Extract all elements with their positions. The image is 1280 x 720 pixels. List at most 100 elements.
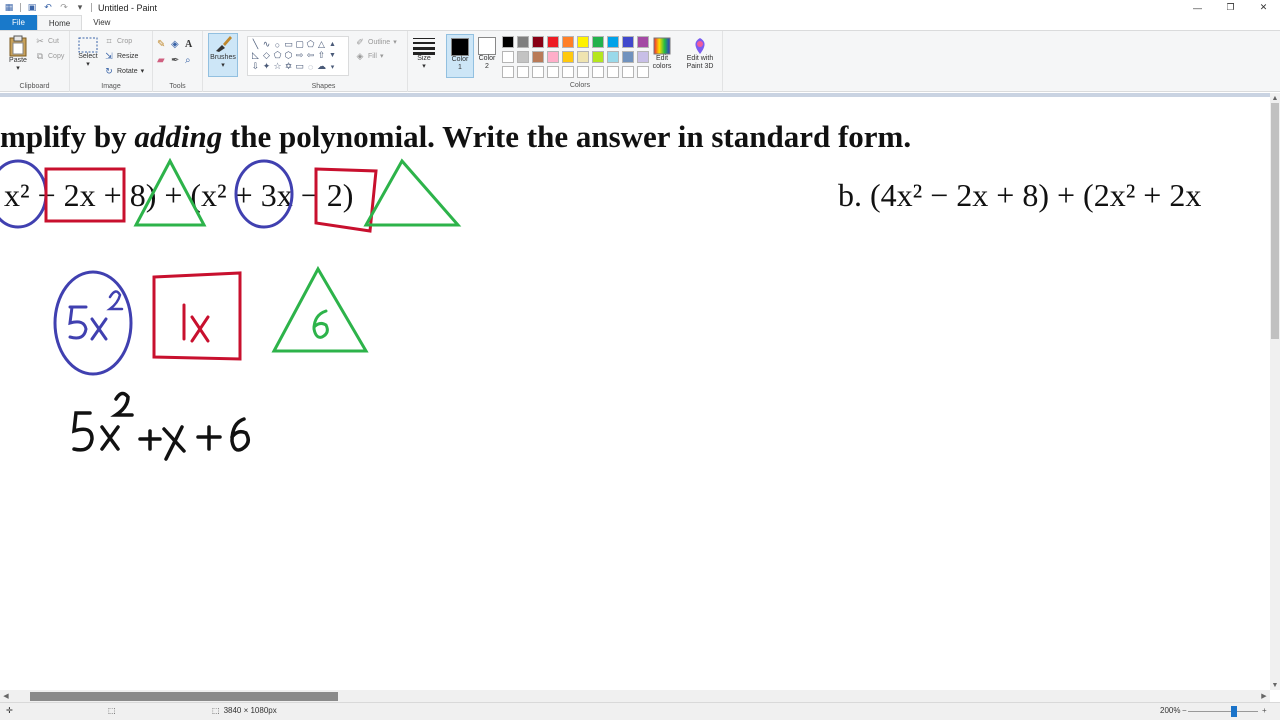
text-icon[interactable]: A — [185, 39, 199, 55]
five-point-star-shape-icon[interactable]: ☆ — [272, 61, 283, 72]
palette-swatch[interactable] — [517, 51, 529, 63]
restore-button[interactable]: ❐ — [1214, 0, 1247, 15]
palette-swatch[interactable] — [562, 66, 574, 78]
save-icon[interactable]: ▣ — [27, 2, 37, 13]
palette-swatch[interactable] — [592, 51, 604, 63]
outline-icon: ✐ — [356, 36, 364, 47]
palette-swatch[interactable] — [622, 66, 634, 78]
rounded-callout-shape-icon[interactable]: ▭ — [294, 61, 305, 72]
right-arrow-shape-icon[interactable]: ⇨ — [294, 50, 305, 61]
cut-button[interactable]: ✂ Cut — [35, 36, 59, 46]
edit-with-paint3d-button[interactable]: Edit with Paint 3D — [682, 37, 718, 71]
resize-button[interactable]: ⇲ Resize — [104, 51, 138, 61]
oval-shape-icon[interactable]: ○ — [272, 39, 283, 50]
rotate-button[interactable]: ↻ Rotate ▾ — [104, 66, 144, 76]
palette-swatch[interactable] — [562, 36, 574, 48]
palette-swatch[interactable] — [532, 51, 544, 63]
paste-button[interactable]: Paste ▾ — [4, 35, 32, 73]
tab-view[interactable]: View — [82, 15, 121, 30]
palette-swatch[interactable] — [577, 51, 589, 63]
scroll-down-arrow-icon[interactable]: ▼ — [1270, 680, 1280, 690]
fill-bucket-icon[interactable]: ◈ — [171, 39, 185, 55]
scroll-up-arrow-icon[interactable]: ▲ — [1270, 93, 1280, 103]
tab-file[interactable]: File — [0, 15, 37, 30]
curve-shape-icon[interactable]: ∿ — [261, 39, 272, 50]
minimize-button[interactable]: — — [1181, 0, 1214, 15]
palette-swatch[interactable] — [532, 36, 544, 48]
size-button[interactable]: Size ▾ — [411, 37, 437, 71]
crop-button[interactable]: ⌗ Crop — [104, 36, 132, 46]
right-triangle-shape-icon[interactable]: ◺ — [250, 50, 261, 61]
color2-button[interactable]: Color 2 — [476, 37, 498, 71]
four-point-star-shape-icon[interactable]: ✦ — [261, 61, 272, 72]
palette-swatch[interactable] — [517, 66, 529, 78]
palette-swatch[interactable] — [607, 66, 619, 78]
zoom-out-icon[interactable]: − — [1182, 706, 1187, 715]
color1-button[interactable]: Color 1 — [446, 34, 474, 78]
six-point-star-shape-icon[interactable]: ✡ — [283, 61, 294, 72]
polygon-shape-icon[interactable]: ⬠ — [305, 39, 316, 50]
eraser-icon[interactable]: ▰ — [157, 55, 171, 71]
palette-swatch[interactable] — [502, 36, 514, 48]
triangle-shape-icon[interactable]: △ — [316, 39, 327, 50]
select-button[interactable]: Select ▾ — [76, 37, 100, 69]
palette-swatch[interactable] — [502, 51, 514, 63]
palette-swatch[interactable] — [577, 66, 589, 78]
palette-swatch[interactable] — [577, 36, 589, 48]
palette-swatch[interactable] — [607, 36, 619, 48]
palette-swatch[interactable] — [517, 36, 529, 48]
line-shape-icon[interactable]: ╲ — [250, 39, 261, 50]
palette-swatch[interactable] — [592, 66, 604, 78]
zoom-slider-thumb[interactable] — [1231, 706, 1237, 717]
pentagon-shape-icon[interactable]: ⬠ — [272, 50, 283, 61]
cloud-callout-shape-icon[interactable]: ☁ — [316, 61, 327, 72]
magnifier-icon[interactable]: ⌕ — [185, 55, 199, 71]
palette-swatch[interactable] — [622, 36, 634, 48]
palette-swatch[interactable] — [607, 51, 619, 63]
customize-qat-icon[interactable]: ▾ — [75, 2, 85, 13]
rectangle-shape-icon[interactable]: ▭ — [283, 39, 294, 50]
drawing-canvas[interactable]: mplify by adding the polynomial. Write t… — [0, 93, 1270, 690]
palette-swatch[interactable] — [562, 51, 574, 63]
shapes-gallery: ╲ ∿ ○ ▭ ▢ ⬠ △ ▲ ◺ ◇ ⬠ ⬡ ⇨ ⇦ ⇧ ▼ ⇩ ✦ ☆ ✡ … — [247, 36, 349, 76]
color-picker-icon[interactable]: ✒ — [171, 55, 185, 71]
copy-icon: ⧉ — [36, 50, 44, 61]
close-button[interactable]: ✕ — [1247, 0, 1280, 15]
redo-icon[interactable]: ↷ — [59, 2, 69, 13]
scroll-up-icon[interactable]: ▲ — [327, 39, 338, 50]
tab-home[interactable]: Home — [36, 15, 83, 30]
scroll-right-arrow-icon[interactable]: ▶ — [1258, 690, 1270, 702]
palette-swatch[interactable] — [622, 51, 634, 63]
copy-button[interactable]: ⧉ Copy — [35, 50, 65, 61]
pencil-icon[interactable]: ✎ — [157, 39, 171, 55]
colors-group-label: Colors — [569, 82, 591, 89]
horizontal-scroll-thumb[interactable] — [30, 692, 338, 701]
brushes-button[interactable]: Brushes ▾ — [208, 33, 238, 77]
down-arrow-shape-icon[interactable]: ⇩ — [250, 61, 261, 72]
fill-button[interactable]: ◈ Fill ▾ — [355, 51, 384, 61]
zoom-slider[interactable] — [1188, 711, 1258, 712]
more-shapes-icon[interactable]: ▾ — [327, 61, 338, 72]
up-arrow-shape-icon[interactable]: ⇧ — [316, 50, 327, 61]
scroll-down-icon[interactable]: ▼ — [327, 50, 338, 61]
horizontal-scrollbar[interactable]: ◀ ▶ — [0, 690, 1270, 702]
vertical-scroll-thumb[interactable] — [1271, 103, 1279, 339]
zoom-in-icon[interactable]: + — [1262, 706, 1267, 715]
diamond-shape-icon[interactable]: ◇ — [261, 50, 272, 61]
edit-colors-button[interactable]: Edit colors — [648, 37, 676, 71]
palette-swatch[interactable] — [547, 66, 559, 78]
chevron-down-icon: ▾ — [140, 68, 145, 75]
rounded-rectangle-shape-icon[interactable]: ▢ — [294, 39, 305, 50]
scroll-left-arrow-icon[interactable]: ◀ — [0, 690, 12, 702]
palette-swatch[interactable] — [592, 36, 604, 48]
palette-swatch[interactable] — [547, 51, 559, 63]
oval-callout-shape-icon[interactable]: ◌ — [305, 61, 316, 72]
hexagon-shape-icon[interactable]: ⬡ — [283, 50, 294, 61]
vertical-scrollbar[interactable]: ▲ ▼ — [1270, 93, 1280, 690]
outline-button[interactable]: ✐ Outline ▾ — [355, 36, 396, 47]
left-arrow-shape-icon[interactable]: ⇦ — [305, 50, 316, 61]
undo-icon[interactable]: ↶ — [43, 2, 53, 13]
palette-swatch[interactable] — [502, 66, 514, 78]
palette-swatch[interactable] — [547, 36, 559, 48]
palette-swatch[interactable] — [532, 66, 544, 78]
